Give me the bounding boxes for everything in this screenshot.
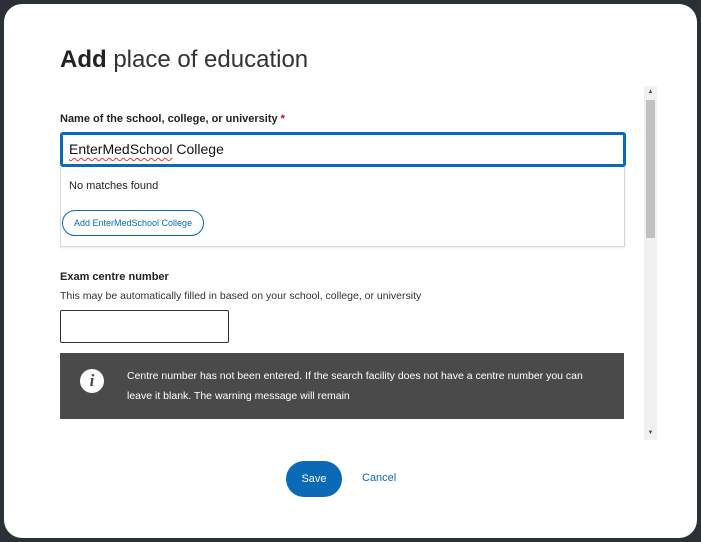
warning-message: Centre number has not been entered. If t… (127, 370, 583, 402)
add-school-button[interactable]: Add EnterMedSchool College (62, 210, 205, 236)
exam-centre-help-text: This may be automatically filled in base… (60, 290, 422, 302)
exam-centre-label: Exam centre number (60, 271, 169, 283)
school-name-input[interactable]: EnterMedSchool College (60, 132, 626, 167)
exam-centre-input[interactable] (60, 310, 229, 343)
scroll-up-arrow-icon[interactable]: ▲ (644, 86, 657, 99)
scroll-down-arrow-icon[interactable]: ▼ (644, 427, 657, 440)
dialog-title: Add place of education (60, 45, 308, 75)
centre-warning-banner: i Centre number has not been entered. If… (60, 353, 624, 419)
add-place-of-education-dialog: Add place of education Name of the schoo… (4, 4, 697, 538)
dialog-title-rest: place of education (113, 46, 309, 73)
scrollbar-thumb[interactable] (646, 100, 655, 238)
dialog-scroll-content[interactable]: Name of the school, college, or universi… (60, 100, 642, 440)
required-marker: * (280, 113, 285, 125)
no-matches-text: No matches found (69, 180, 159, 192)
school-name-label-text: Name of the school, college, or universi… (60, 113, 278, 125)
info-icon: i (80, 369, 104, 393)
school-name-value-rest: College (172, 141, 224, 157)
dialog-title-bold: Add (60, 46, 107, 73)
school-suggestions-dropdown: No matches found Add EnterMedSchool Coll… (60, 167, 625, 247)
spellcheck-misspelled-word: EnterMedSchool (69, 141, 173, 157)
save-button[interactable]: Save (286, 461, 342, 497)
school-name-label: Name of the school, college, or universi… (60, 113, 285, 125)
cancel-link[interactable]: Cancel (362, 472, 396, 484)
dialog-scrollbar[interactable]: ▲ ▼ (644, 86, 657, 440)
